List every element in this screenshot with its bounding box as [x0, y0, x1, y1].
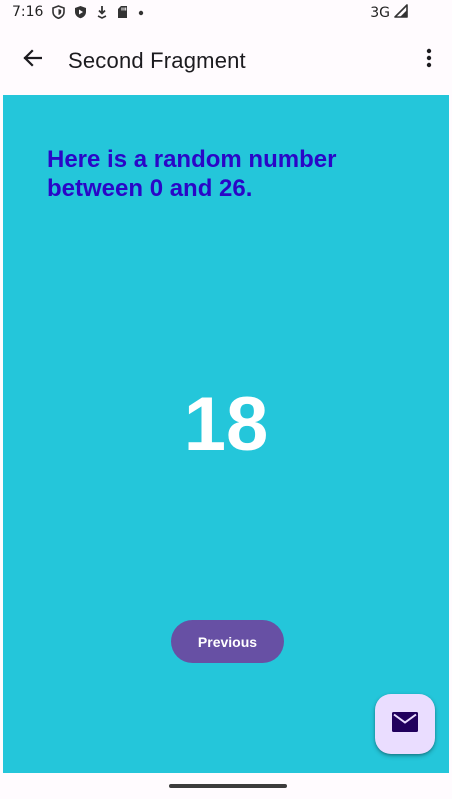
- more-vert-icon: [426, 48, 432, 73]
- arrow-back-icon: [22, 48, 43, 72]
- back-button[interactable]: [10, 38, 54, 82]
- sd-card-icon: [117, 5, 128, 19]
- play-protect-icon: [74, 5, 87, 19]
- download-icon: [96, 5, 108, 19]
- app-bar: Second Fragment: [0, 26, 452, 95]
- random-number-display: 18: [183, 382, 269, 467]
- network-type-label: 3G: [370, 4, 390, 21]
- overflow-menu-button[interactable]: [412, 38, 446, 82]
- email-fab-button[interactable]: [375, 694, 435, 754]
- signal-icon: [394, 4, 408, 21]
- status-bar: 7:16 3G: [0, 0, 452, 26]
- fragment-content: Here is a random number between 0 and 26…: [3, 95, 449, 773]
- status-right: 3G: [370, 4, 408, 21]
- previous-button[interactable]: Previous: [171, 620, 284, 663]
- notification-dot-icon: [137, 5, 145, 19]
- headline-text: Here is a random number between 0 and 26…: [47, 146, 337, 202]
- page-title: Second Fragment: [68, 48, 246, 73]
- status-time: 7:16: [12, 4, 44, 20]
- home-gesture-handle[interactable]: [169, 784, 287, 788]
- shield-icon: [52, 5, 65, 19]
- navigation-bar: [0, 773, 452, 799]
- status-icons: [52, 5, 145, 19]
- email-icon: [392, 711, 418, 737]
